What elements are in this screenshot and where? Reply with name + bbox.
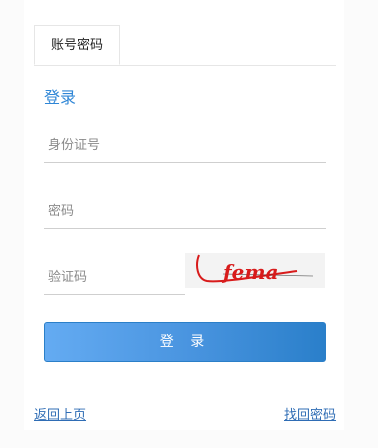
back-link[interactable]: 返回上页 — [34, 404, 86, 423]
page-title: 登录 — [44, 88, 77, 107]
password-field — [44, 194, 326, 229]
tab-account-password[interactable]: 账号密码 — [34, 25, 120, 65]
captcha-field — [44, 260, 185, 295]
recover-password-link[interactable]: 找回密码 — [284, 404, 336, 423]
login-button[interactable]: 登 录 — [44, 322, 326, 362]
tab-bar: 账号密码 — [34, 25, 336, 66]
captcha-input[interactable] — [44, 260, 185, 294]
captcha-image[interactable]: fema — [185, 253, 325, 288]
captcha-text: fema — [221, 260, 278, 284]
id-number-field — [44, 128, 326, 163]
captcha-graphic: fema — [185, 253, 325, 288]
id-number-input[interactable] — [44, 128, 326, 162]
password-input[interactable] — [44, 194, 326, 228]
